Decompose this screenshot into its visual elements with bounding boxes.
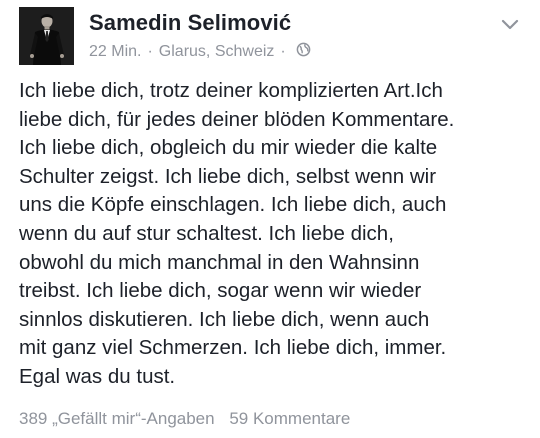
- post-time[interactable]: 22 Min.: [89, 43, 141, 61]
- avatar-photo: [19, 7, 74, 65]
- post-text-line: mit ganz viel Schmerzen. Ich liebe dich,…: [19, 336, 447, 360]
- post-text-line: Egal was du tust.: [19, 364, 176, 388]
- chevron-down-icon[interactable]: [500, 16, 520, 34]
- avatar[interactable]: [19, 7, 74, 65]
- comments-count[interactable]: 59 Kommentare: [229, 409, 350, 428]
- facebook-post: Samedin Selimović 22 Min. · Glarus, Schw…: [0, 0, 540, 438]
- post-stats: 389 „Gefällt mir“-Angaben 59 Kommentare: [19, 409, 350, 429]
- meta-separator: ·: [280, 43, 286, 60]
- post-text-line: Ich liebe dich, obgleich du mir wieder d…: [19, 136, 438, 160]
- post-text-line: uns die Köpfe einschlagen. Ich liebe dic…: [19, 193, 447, 217]
- post-text-line: obwohl du mich manchmal in den Wahnsinn: [19, 250, 420, 274]
- post-text-line: wenn du auf stur schaltest. Ich liebe di…: [19, 221, 394, 245]
- globe-icon[interactable]: [296, 42, 311, 62]
- post-text-line: Ich liebe dich, trotz deiner kompliziert…: [19, 79, 443, 102]
- post-location[interactable]: Glarus, Schweiz: [159, 43, 275, 61]
- post-text-line: Schulter zeigst. Ich liebe dich, selbst …: [19, 164, 437, 188]
- post-text: Ich liebe dich, trotz deiner kompliziert…: [19, 77, 529, 392]
- meta-separator: ·: [147, 43, 153, 60]
- author-name[interactable]: Samedin Selimović: [89, 10, 291, 36]
- post-meta: 22 Min. · Glarus, Schweiz ·: [89, 42, 311, 62]
- post-text-line: sinnlos diskutieren. Ich liebe dich, wen…: [19, 307, 430, 331]
- post-text-line: treibst. Ich liebe dich, sogar wenn wir …: [19, 279, 422, 303]
- post-text-line: liebe dich, für jedes deiner blöden Komm…: [19, 107, 455, 131]
- likes-count[interactable]: 389 „Gefällt mir“-Angaben: [19, 409, 215, 428]
